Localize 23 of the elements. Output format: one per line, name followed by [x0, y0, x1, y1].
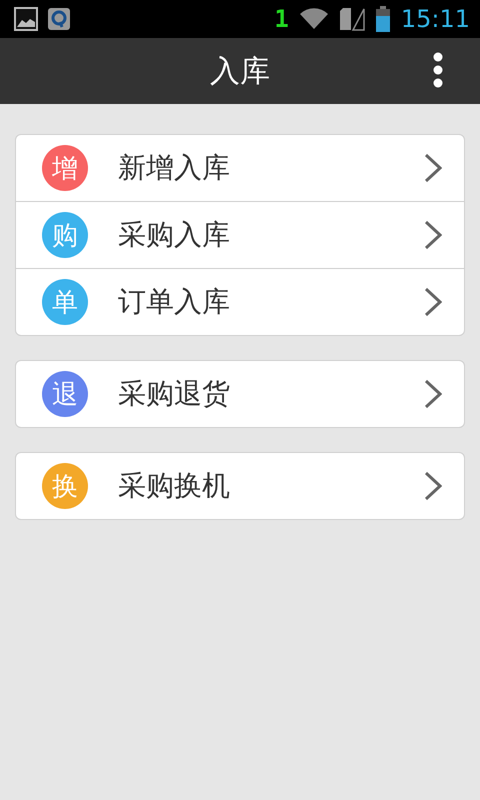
chevron-right-icon — [424, 153, 442, 183]
menu-item[interactable]: 增 新增入库 — [16, 135, 464, 201]
menu-item[interactable]: 换 采购换机 — [16, 453, 464, 519]
badge-icon: 购 — [42, 212, 88, 258]
badge-icon: 单 — [42, 279, 88, 325]
chevron-right-icon — [424, 220, 442, 250]
sim-card-icon — [338, 7, 365, 31]
screen-title: 入库 — [210, 52, 270, 90]
picture-icon — [14, 7, 38, 31]
menu-item[interactable]: 购 采购入库 — [16, 201, 464, 268]
badge-icon: 退 — [42, 371, 88, 417]
badge-icon: 增 — [42, 145, 88, 191]
q-app-icon — [48, 8, 70, 30]
menu-item[interactable]: 退 采购退货 — [16, 361, 464, 427]
chevron-right-icon — [424, 287, 442, 317]
chevron-right-icon — [424, 471, 442, 501]
badge-icon: 换 — [42, 463, 88, 509]
menu-item[interactable]: 单 订单入库 — [16, 268, 464, 335]
chevron-right-icon — [424, 379, 442, 409]
battery-icon — [374, 6, 391, 32]
sim-number: 1 — [274, 5, 289, 33]
clock-time: 15:11 — [400, 5, 470, 33]
wifi-icon — [298, 7, 329, 31]
